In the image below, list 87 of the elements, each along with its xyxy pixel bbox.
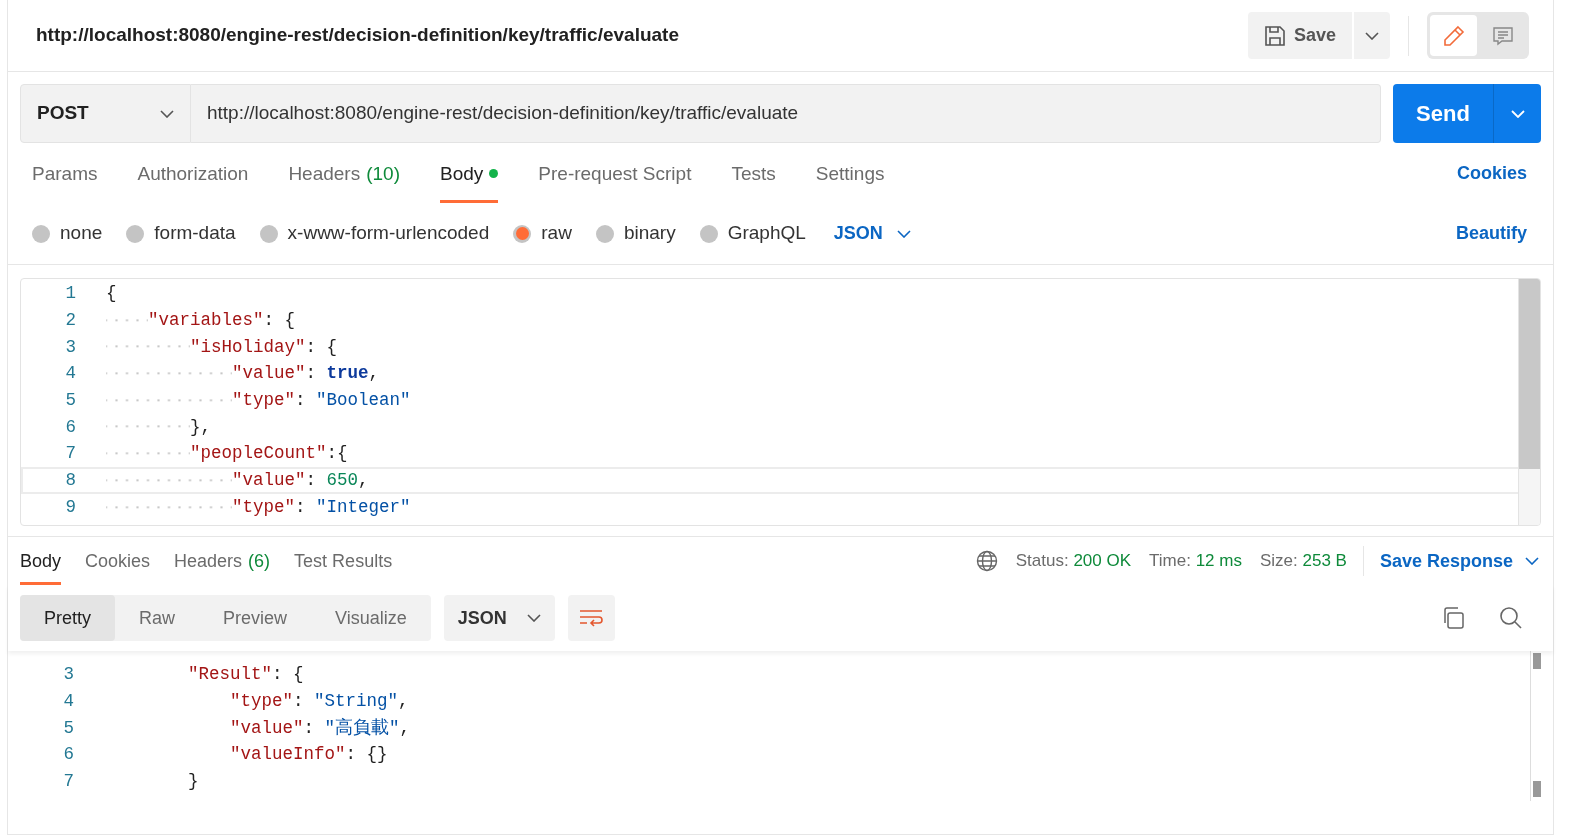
url-field[interactable]: http://localhost:8080/engine-rest/decision-definition/key/traffic/evaluate [191, 84, 1381, 143]
code-line: "value": 650, [232, 469, 369, 493]
save-response-button[interactable]: Save Response [1379, 547, 1539, 575]
comment-icon [1491, 24, 1514, 47]
pencil-icon [1442, 24, 1465, 47]
radio-button[interactable] [259, 224, 278, 243]
line-number: 6 [64, 415, 76, 439]
code-line: "type": "Integer" [232, 495, 411, 519]
request-tab[interactable]: Params [32, 159, 98, 203]
code-editor[interactable]: 1 { 2 "variables": { 3 "isHoliday": { 4 "value": true, 5 "type": "Boolean" 6 }, 7 "peopleCount":{ 8 "value": 650, 9 "type": "Integer" [20, 278, 1541, 526]
scrollbar[interactable] [1530, 651, 1539, 801]
code-line: "variables": { [148, 308, 296, 332]
response-tab[interactable]: Test Results [294, 537, 393, 585]
chevron-down-icon [1365, 31, 1379, 40]
view-mode-tab[interactable]: Pretty [20, 595, 115, 641]
beautify-link[interactable]: Beautify [1456, 220, 1527, 247]
format-dropdown[interactable]: JSON [443, 595, 555, 641]
request-tab[interactable]: Settings [815, 159, 885, 203]
radio-button[interactable] [126, 224, 145, 243]
send-options-button[interactable] [1493, 84, 1541, 143]
radio-button[interactable] [699, 224, 718, 243]
radio-label: none [60, 221, 103, 246]
wrap-lines-icon [579, 609, 604, 627]
method-dropdown[interactable]: POST [20, 84, 191, 143]
response-tab[interactable]: Headers (6) [174, 537, 271, 585]
radio-label: x-www-form-urlencoded [287, 221, 490, 246]
copy-icon[interactable] [1441, 606, 1465, 630]
scrollbar[interactable] [1518, 279, 1540, 525]
code-line: } [188, 769, 199, 793]
code-line: "type": "Boolean" [232, 388, 411, 412]
line-number: 7 [64, 442, 76, 466]
request-tab[interactable]: Body [440, 159, 499, 203]
line-number: 5 [62, 716, 74, 740]
view-mode-tab[interactable]: Visualize [311, 595, 431, 641]
line-number: 6 [62, 743, 74, 767]
line-number: 3 [64, 335, 76, 359]
code-line: "Result": { [188, 663, 304, 687]
edit-mode-button[interactable] [1430, 15, 1477, 56]
response-metric: Size: 253 B [1259, 550, 1347, 573]
radio-label: form-data [154, 221, 236, 246]
response-tab[interactable]: Body [20, 537, 62, 585]
radio-button[interactable] [513, 224, 532, 243]
response-metric: Status: 200 OK [1015, 550, 1132, 573]
line-number: 4 [64, 362, 76, 386]
request-tab[interactable]: Headers (10) [288, 159, 400, 203]
line-number: 4 [62, 689, 74, 713]
line-number: 2 [64, 308, 76, 332]
radio-label: GraphQL [727, 221, 806, 246]
code-line: "isHoliday": { [190, 335, 338, 359]
search-icon[interactable] [1499, 606, 1523, 630]
globe-icon [975, 550, 998, 572]
chevron-down-icon [526, 614, 541, 622]
request-tab[interactable]: Tests [731, 159, 776, 203]
code-line: }, [190, 415, 211, 439]
format-dropdown[interactable]: JSON [833, 220, 911, 247]
code-line: "type": "String", [230, 689, 409, 713]
wrap-lines-button[interactable] [567, 595, 615, 641]
line-number: 9 [64, 495, 76, 519]
save-button[interactable]: Save [1247, 12, 1352, 59]
radio-button[interactable] [32, 224, 50, 243]
response-metric: Time: 12 ms [1149, 550, 1242, 573]
line-number: 5 [64, 388, 76, 412]
chevron-down-icon [896, 229, 911, 238]
code-line: "valueInfo": {} [230, 743, 388, 767]
line-number: 3 [62, 663, 74, 687]
save-options-button[interactable] [1354, 12, 1390, 59]
radio-label: raw [541, 221, 572, 246]
code-line: { [106, 282, 117, 306]
code-line: "value": true, [232, 362, 380, 386]
view-mode-tab[interactable]: Preview [199, 595, 312, 641]
line-number: 1 [64, 282, 76, 306]
send-button[interactable]: Send [1393, 84, 1493, 143]
request-title: http://localhost:8080/engine-rest/decision-definition/key/traffic/evaluate [36, 23, 680, 48]
view-mode-tab[interactable]: Raw [115, 595, 200, 641]
chevron-down-icon [160, 109, 174, 118]
code-line: "peopleCount":{ [190, 442, 348, 466]
request-tab[interactable]: Pre-request Script [538, 159, 692, 203]
radio-label: binary [623, 221, 676, 246]
response-tab[interactable]: Cookies [85, 537, 151, 585]
chevron-down-icon [1510, 109, 1525, 118]
cookies-link[interactable]: Cookies [1456, 160, 1527, 203]
line-number: 8 [64, 469, 76, 493]
code-line: "value": "高負載", [230, 716, 411, 740]
line-number: 7 [62, 769, 74, 793]
radio-button[interactable] [595, 224, 614, 243]
request-tab[interactable]: Authorization [137, 159, 249, 203]
chevron-down-icon [1525, 557, 1539, 565]
